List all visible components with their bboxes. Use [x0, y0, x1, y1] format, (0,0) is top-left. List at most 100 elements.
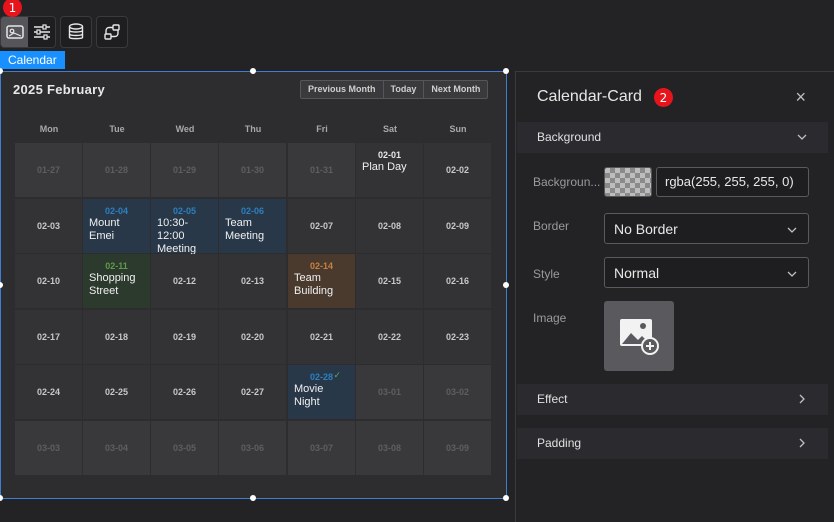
close-icon[interactable]: ×	[795, 88, 806, 106]
calendar-day-cell[interactable]: 03-08	[356, 420, 423, 475]
calendar-day-cell[interactable]: 03-06	[219, 420, 286, 475]
calendar-day-cell[interactable]: 02-08	[356, 198, 423, 253]
calendar-day-cell[interactable]: 02-22	[356, 309, 423, 364]
resize-handle-nw[interactable]	[0, 68, 3, 74]
calendar-day-cell[interactable]: 02-27	[219, 365, 286, 419]
card-view-button[interactable]	[1, 17, 28, 47]
calendar-day-cell[interactable]: 02-07	[288, 198, 355, 253]
calendar-day-cell[interactable]: 02-12	[151, 254, 218, 308]
calendar-day-cell[interactable]: 03-02	[424, 365, 491, 419]
day-number: 02-06	[240, 205, 265, 216]
calendar-day-cell[interactable]: 02-13	[219, 254, 286, 308]
calendar-day-cell[interactable]: 02-11 Shopping Street	[83, 254, 150, 308]
calendar-day-cell[interactable]: 01-27	[15, 143, 82, 197]
calendar-day-cell[interactable]: 02-15	[356, 254, 423, 308]
section-padding-label: Padding	[537, 436, 582, 450]
calendar-day-cell[interactable]: 02-25	[83, 365, 150, 419]
interaction-button[interactable]	[96, 16, 128, 48]
resize-handle-sw[interactable]	[0, 495, 3, 501]
calendar-day-cell[interactable]: 02-24	[15, 365, 82, 419]
calendar-day-cell[interactable]: 02-01 Plan Day	[356, 143, 423, 197]
calendar-day-cell[interactable]: 03-03	[15, 420, 82, 475]
previous-month-button[interactable]: Previous Month	[301, 81, 384, 98]
section-padding[interactable]: Padding	[517, 428, 828, 459]
calendar-event[interactable]: Shopping Street	[89, 272, 147, 298]
calendar-day-cell[interactable]: 02-09	[424, 198, 491, 253]
today-button[interactable]: Today	[384, 81, 425, 98]
resize-handle-n[interactable]	[250, 68, 256, 74]
weekday-label: Wed	[175, 124, 195, 134]
image-upload[interactable]	[604, 301, 674, 371]
day-number: 03-03	[36, 442, 61, 453]
calendar-event[interactable]: 10:30-12:00 Meeting	[157, 217, 215, 256]
calendar-day-cell[interactable]: 01-31	[288, 143, 355, 197]
calendar-day-cell[interactable]: 02-21	[288, 309, 355, 364]
weekday-label: Tue	[109, 124, 125, 134]
calendar-day-cell[interactable]: 02-14 Team Building	[288, 254, 355, 308]
day-number: 02-14	[309, 261, 334, 271]
calendar-day-cell[interactable]: 02-03	[15, 198, 82, 253]
weekday-label: Mon	[39, 124, 59, 134]
widget-label: Calendar	[0, 51, 65, 69]
calendar-title: 2025 February	[13, 82, 106, 97]
calendar-event[interactable]: Team Building	[294, 272, 352, 298]
day-number: 02-08	[377, 220, 402, 231]
calendar-event[interactable]: Team Meeting	[225, 217, 283, 243]
day-number: 02-22	[377, 331, 402, 342]
calendar-day-cell[interactable]: 02-20	[219, 309, 286, 364]
day-number: 03-06	[240, 442, 265, 453]
weekday-label: Fri	[316, 124, 328, 134]
border-select-value: No Border	[614, 221, 678, 237]
chevron-down-icon	[787, 227, 797, 233]
day-number: 02-10	[36, 276, 61, 286]
section-effect[interactable]: Effect	[517, 384, 828, 415]
calendar-day-cell[interactable]: 03-04	[83, 420, 150, 475]
day-number: 02-11	[105, 261, 128, 271]
calendar-day-cell[interactable]: 02-02	[424, 143, 491, 197]
chevron-right-icon	[799, 438, 805, 448]
day-number: 03-07	[309, 442, 334, 453]
resize-handle-ne[interactable]	[503, 68, 509, 74]
day-number: 03-04	[104, 442, 129, 453]
calendar-day-cell[interactable]: 02-10	[15, 254, 82, 308]
calendar-day-cell[interactable]: 02-17	[15, 309, 82, 364]
calendar-event[interactable]: Mount Emei	[89, 217, 147, 243]
border-select[interactable]: No Border	[604, 213, 809, 244]
day-number: 03-01	[377, 387, 402, 397]
resize-handle-se[interactable]	[503, 495, 509, 501]
calendar-day-cell[interactable]: 02-06 Team Meeting	[219, 198, 286, 253]
calendar-event[interactable]: Plan Day	[362, 161, 420, 174]
resize-handle-e[interactable]	[503, 282, 509, 288]
next-month-button[interactable]: Next Month	[424, 81, 487, 98]
resize-handle-w[interactable]	[0, 282, 3, 288]
calendar-day-cell[interactable]: 03-01	[356, 365, 423, 419]
calendar-day-cell[interactable]: 02-16	[424, 254, 491, 308]
day-number: 02-13	[240, 276, 265, 286]
resize-handle-s[interactable]	[250, 495, 256, 501]
chevron-right-icon	[799, 394, 805, 404]
calendar-day-cell[interactable]: 02-05 10:30-12:00 Meeting	[151, 198, 218, 256]
calendar-day-cell[interactable]: 01-28	[83, 143, 150, 197]
day-number: 01-27	[36, 165, 61, 175]
calendar-day-cell[interactable]: 02-18	[83, 309, 150, 364]
calendar-day-cell[interactable]: 02-23	[424, 309, 491, 364]
calendar-day-cell[interactable]: 02-04 Mount Emei	[83, 198, 150, 253]
calendar-widget[interactable]: 2025 February Previous Month Today Next …	[0, 68, 509, 501]
calendar-day-cell[interactable]: 03-07	[288, 420, 355, 475]
calendar-day-cell[interactable]: 02-19	[151, 309, 218, 364]
calendar-event[interactable]: Movie Night	[294, 383, 352, 409]
background-color-swatch[interactable]	[604, 167, 652, 197]
calendar-day-cell[interactable]: 01-29	[151, 143, 218, 197]
data-source-button[interactable]	[60, 16, 92, 48]
day-number: 01-30	[240, 165, 265, 175]
calendar-day-cell[interactable]: 01-30	[219, 143, 286, 197]
calendar-day-cell[interactable]: 02-28 Movie Night ✓	[288, 365, 355, 419]
calendar-day-cell[interactable]: 03-09	[424, 420, 491, 475]
check-icon: ✓	[333, 370, 341, 380]
section-background[interactable]: Background	[517, 122, 828, 153]
calendar-day-cell[interactable]: 03-05	[151, 420, 218, 475]
background-color-input[interactable]: rgba(255, 255, 255, 0)	[656, 167, 809, 197]
settings-view-button[interactable]	[28, 17, 55, 47]
style-select[interactable]: Normal	[604, 257, 809, 288]
calendar-day-cell[interactable]: 02-26	[151, 365, 218, 419]
